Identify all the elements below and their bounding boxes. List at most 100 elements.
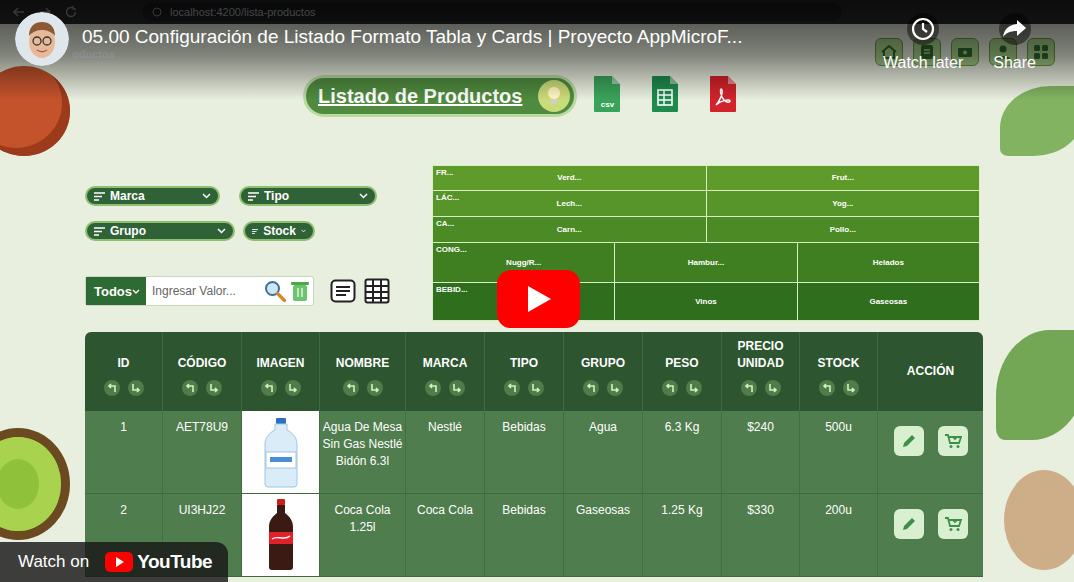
search-input[interactable]: [146, 277, 263, 305]
video-title[interactable]: 05.00 Configuración de Listado Formato T…: [82, 26, 742, 48]
category-label[interactable]: FR...: [436, 168, 453, 177]
name-cell: Coca Cola 1.25l: [320, 494, 406, 576]
image-cell: [242, 494, 320, 576]
youtube-brand: YouTube: [137, 551, 212, 573]
subcategory-cell[interactable]: Hambur...: [614, 243, 796, 282]
subcategory-label: Carn...: [557, 225, 582, 235]
filter-lines-icon: [94, 227, 105, 236]
sort-asc-icon[interactable]: [425, 380, 441, 396]
sort-desc-icon[interactable]: [206, 380, 222, 396]
sort-asc-icon[interactable]: [583, 380, 599, 396]
filter-dropdown[interactable]: Tipo: [239, 186, 377, 206]
magnifier-icon[interactable]: [263, 279, 287, 303]
sort-desc-icon[interactable]: [843, 380, 859, 396]
filter-list: Marca Tipo Grupo Stock: [85, 186, 381, 241]
channel-avatar[interactable]: [15, 12, 69, 66]
sort-asc-icon[interactable]: [741, 380, 757, 396]
sort-buttons: [425, 380, 465, 396]
share-button[interactable]: Share: [993, 12, 1036, 72]
subcategory-cell[interactable]: Lech...: [433, 191, 706, 216]
filter-dropdown[interactable]: Grupo: [85, 221, 235, 241]
list-view-icon[interactable]: [330, 279, 356, 303]
edit-button[interactable]: [894, 426, 924, 456]
share-label: Share: [993, 54, 1036, 72]
subcategory-label: Yog...: [832, 199, 853, 209]
category-label[interactable]: LÁC...: [436, 193, 459, 202]
subcategory-cell[interactable]: Yog...: [706, 191, 980, 216]
subcategory-cell[interactable]: Carn...: [433, 217, 706, 242]
filter-lines-icon: [252, 227, 258, 236]
watch-later-label: Watch later: [883, 54, 963, 72]
add-to-cart-button[interactable]: [938, 426, 968, 456]
view-toggle: [330, 278, 390, 304]
code-cell: AET78U9: [163, 411, 242, 493]
category-label[interactable]: CA...: [436, 219, 454, 228]
sort-desc-icon[interactable]: [449, 380, 465, 396]
sort-desc-icon[interactable]: [765, 380, 781, 396]
chevron-down-icon: [217, 228, 226, 234]
subcategory-cell[interactable]: Verd...: [433, 166, 706, 190]
sort-buttons: [504, 380, 544, 396]
play-button[interactable]: [497, 270, 580, 328]
category-label[interactable]: BEBID...: [436, 285, 468, 294]
sort-desc-icon[interactable]: [285, 380, 301, 396]
cart-icon: [944, 433, 962, 449]
watch-on-youtube-link[interactable]: Watch onYouTube: [0, 542, 228, 582]
subcategory-label: Helados: [873, 258, 904, 268]
subcategory-label: Lech...: [557, 199, 582, 209]
edit-button[interactable]: [894, 509, 924, 539]
weight-cell: 1.25 Kg: [643, 494, 722, 576]
type-cell: Bebidas: [485, 411, 564, 493]
sort-asc-icon[interactable]: [261, 380, 277, 396]
subcategory-cell[interactable]: Vinos: [614, 283, 796, 320]
sort-asc-icon[interactable]: [504, 380, 520, 396]
subcategory-cell[interactable]: Helados: [797, 243, 979, 282]
category-row: FR... Verd... Frut...: [433, 166, 979, 191]
export-label: csv: [593, 100, 621, 109]
image-cell: [242, 411, 320, 493]
sort-asc-icon[interactable]: [343, 380, 359, 396]
subcategory-cell[interactable]: Pollo...: [706, 217, 980, 242]
column-header: GRUPO: [564, 332, 643, 411]
add-to-cart-button[interactable]: [938, 509, 968, 539]
filter-label: Marca: [110, 189, 145, 203]
filter-label: Tipo: [264, 189, 289, 203]
subcategory-label: Gaseosas: [869, 297, 907, 307]
search-scope-select[interactable]: Todos: [86, 277, 146, 305]
subcategory-label: Verd...: [557, 173, 581, 183]
filter-label: Grupo: [110, 224, 146, 238]
column-label: MARCA: [423, 355, 468, 372]
filter-panel: Marca Tipo Grupo Stock Todos: [85, 120, 432, 332]
trash-icon[interactable]: [290, 279, 310, 303]
sort-buttons: [182, 380, 222, 396]
subcategory-label: Pollo...: [830, 225, 856, 235]
sort-asc-icon[interactable]: [662, 380, 678, 396]
filter-dropdown[interactable]: Stock: [243, 221, 315, 241]
name-cell: Agua De Mesa Sin Gas Nestlé Bidón 6.3l: [320, 411, 406, 493]
brand-cell: Nestlé: [406, 411, 485, 493]
column-label: GRUPO: [581, 355, 625, 372]
watch-later-button[interactable]: Watch later: [883, 12, 963, 72]
id-cell: 1: [85, 411, 163, 493]
subcategory-cell[interactable]: Gaseosas: [797, 283, 979, 320]
sort-asc-icon[interactable]: [182, 380, 198, 396]
table-view-icon[interactable]: [364, 278, 390, 304]
sort-desc-icon[interactable]: [686, 380, 702, 396]
filter-dropdown[interactable]: Marca: [85, 186, 220, 206]
sort-buttons: [583, 380, 623, 396]
sort-asc-icon[interactable]: [819, 380, 835, 396]
category-label[interactable]: CONG...: [436, 245, 467, 254]
subcategory-cell[interactable]: Frut...: [706, 166, 980, 190]
table-row[interactable]: 1AET78U9 Agua De Mesa Sin Gas Nestlé Bidó…: [85, 411, 983, 494]
sort-desc-icon[interactable]: [607, 380, 623, 396]
water-bottle-icon: [261, 416, 301, 488]
kiwi-decor-icon: [0, 428, 70, 540]
sort-desc-icon[interactable]: [367, 380, 383, 396]
sort-asc-icon[interactable]: [104, 380, 120, 396]
sort-desc-icon[interactable]: [528, 380, 544, 396]
chevron-down-icon: [301, 228, 306, 234]
weight-cell: 6.3 Kg: [643, 411, 722, 493]
sort-buttons: [104, 380, 144, 396]
sort-desc-icon[interactable]: [128, 380, 144, 396]
column-label: PESO: [665, 355, 698, 372]
